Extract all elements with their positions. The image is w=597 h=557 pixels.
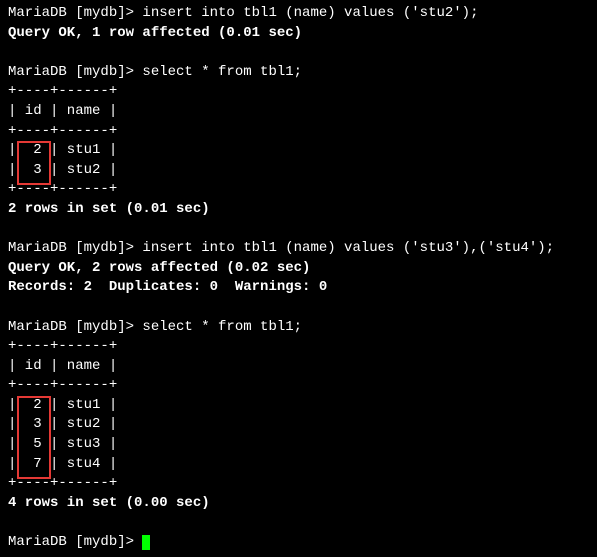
table-row: | 7 | stu4 | (8, 455, 589, 475)
command-text: insert into tbl1 (name) values ('stu2'); (142, 5, 478, 21)
prompt-line: MariaDB [mydb]> select * from tbl1; (8, 63, 589, 83)
blank-line (8, 220, 589, 240)
rows-summary: 2 rows in set (0.01 sec) (8, 200, 589, 220)
command-text: select * from tbl1; (142, 319, 302, 335)
table-header: | id | name | (8, 102, 589, 122)
prompt-line: MariaDB [mydb]> select * from tbl1; (8, 318, 589, 338)
table-header: | id | name | (8, 357, 589, 377)
blank-line (8, 298, 589, 318)
table-row: | 5 | stu3 | (8, 435, 589, 455)
table-row: | 2 | stu1 | (8, 396, 589, 416)
table-border: +----+------+ (8, 180, 589, 200)
blank-line (8, 513, 589, 533)
prompt: MariaDB [mydb]> (8, 240, 142, 256)
prompt-line: MariaDB [mydb]> insert into tbl1 (name) … (8, 4, 589, 24)
table-row: | 3 | stu2 | (8, 415, 589, 435)
table-border: +----+------+ (8, 82, 589, 102)
prompt: MariaDB [mydb]> (8, 534, 142, 550)
prompt: MariaDB [mydb]> (8, 64, 142, 80)
table-border: +----+------+ (8, 474, 589, 494)
table-border: +----+------+ (8, 337, 589, 357)
command-text: insert into tbl1 (name) values ('stu3'),… (142, 240, 554, 256)
table-row: | 3 | stu2 | (8, 161, 589, 181)
blank-line (8, 43, 589, 63)
terminal[interactable]: MariaDB [mydb]> insert into tbl1 (name) … (8, 4, 589, 553)
prompt-line: MariaDB [mydb]> insert into tbl1 (name) … (8, 239, 589, 259)
prompt: MariaDB [mydb]> (8, 5, 142, 21)
query-result: Records: 2 Duplicates: 0 Warnings: 0 (8, 278, 589, 298)
table-border: +----+------+ (8, 122, 589, 142)
query-result: Query OK, 2 rows affected (0.02 sec) (8, 259, 589, 279)
rows-summary: 4 rows in set (0.00 sec) (8, 494, 589, 514)
table-row: | 2 | stu1 | (8, 141, 589, 161)
table-border: +----+------+ (8, 376, 589, 396)
command-text: select * from tbl1; (142, 64, 302, 80)
query-result: Query OK, 1 row affected (0.01 sec) (8, 24, 589, 44)
prompt: MariaDB [mydb]> (8, 319, 142, 335)
